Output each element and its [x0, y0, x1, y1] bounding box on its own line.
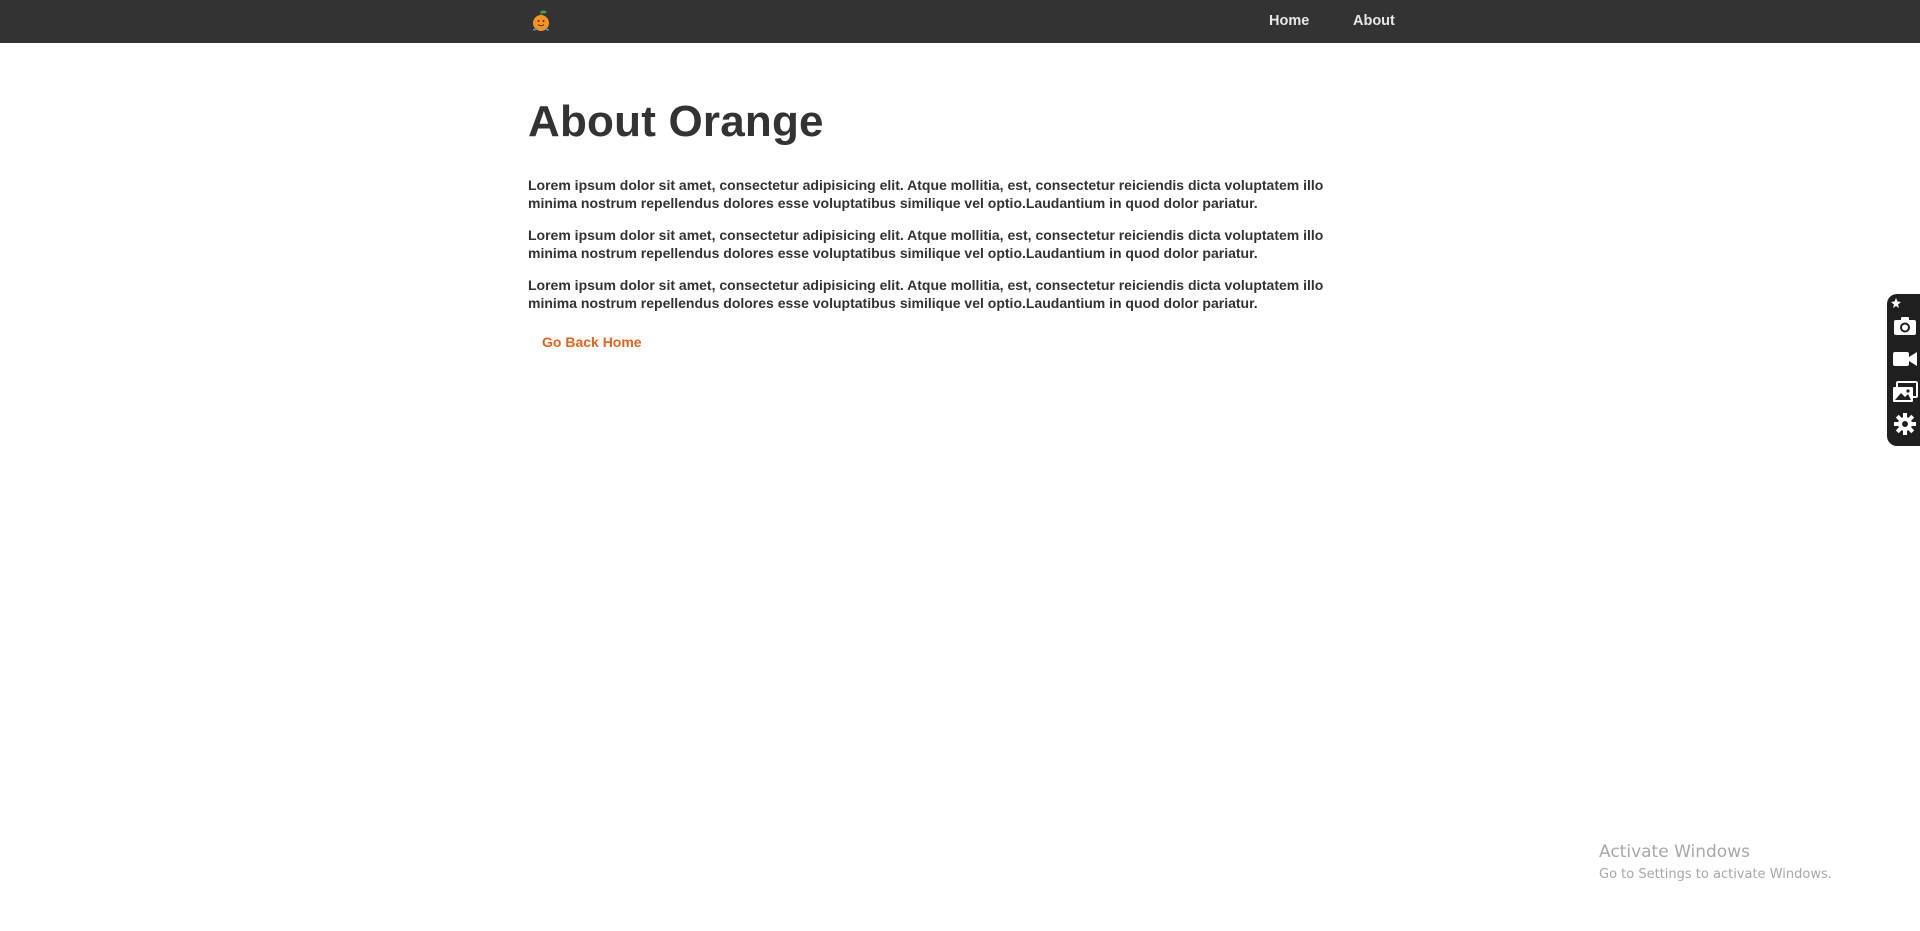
camera-icon[interactable]	[1891, 314, 1919, 338]
nav-link-about[interactable]: About	[1353, 13, 1395, 29]
pin-icon[interactable]	[1890, 296, 1902, 308]
paragraph-2: Lorem ipsum dolor sit amet, consectetur …	[528, 227, 1324, 261]
gallery-icon[interactable]	[1891, 380, 1919, 404]
main-content: About Orange Lorem ipsum dolor sit amet,…	[528, 94, 1358, 352]
watermark-subtitle: Go to Settings to activate Windows.	[1599, 867, 1832, 882]
watermark-title: Activate Windows	[1599, 842, 1750, 862]
video-icon[interactable]	[1891, 347, 1919, 371]
paragraph-3: Lorem ipsum dolor sit amet, consectetur …	[528, 277, 1324, 311]
windows-activation-watermark: Activate Windows Go to Settings to activ…	[1599, 841, 1832, 885]
navbar: Home About	[0, 0, 1920, 43]
gear-icon[interactable]	[1891, 412, 1919, 436]
go-back-home-link[interactable]: Go Back Home	[542, 334, 642, 350]
paragraph-1: Lorem ipsum dolor sit amet, consectetur …	[528, 177, 1324, 211]
nav-link-home[interactable]: Home	[1269, 13, 1309, 29]
page-title: About Orange	[528, 97, 824, 146]
capture-toolbar	[1887, 294, 1920, 446]
orange-logo-icon[interactable]	[528, 7, 554, 33]
